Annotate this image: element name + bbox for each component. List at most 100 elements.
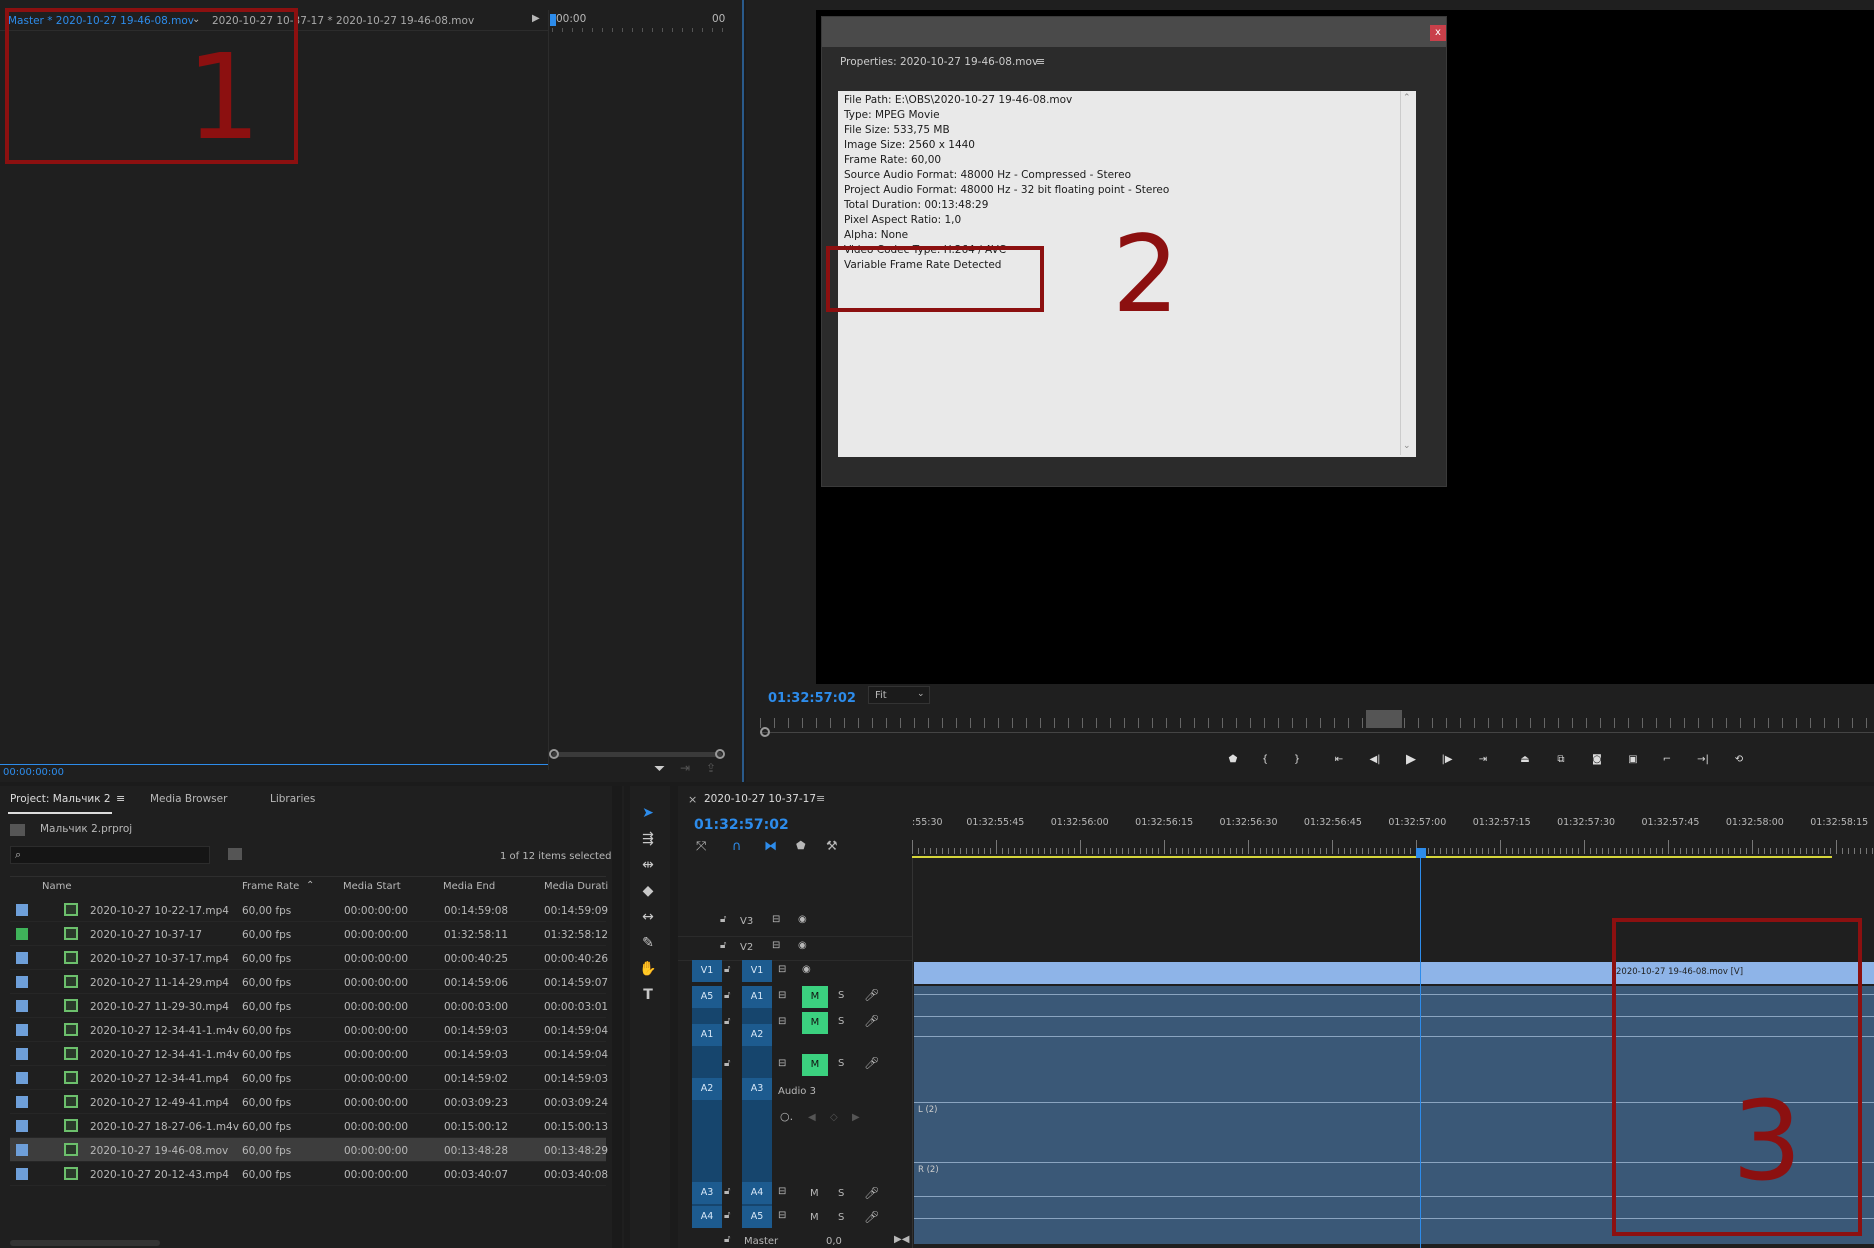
scroll-handle-left-icon[interactable] bbox=[549, 749, 559, 759]
eye-icon[interactable]: ◉ bbox=[798, 940, 807, 951]
selection-tool-icon[interactable]: ➤ bbox=[636, 802, 660, 824]
mute-button[interactable]: M bbox=[810, 1212, 819, 1223]
lock-icon[interactable]: 🔓︎ bbox=[720, 940, 726, 951]
linked-selection-icon[interactable]: ⧓ bbox=[764, 840, 777, 853]
track-a2[interactable]: A2 bbox=[742, 1024, 772, 1046]
sync-lock-icon[interactable]: ⊟ bbox=[778, 1210, 786, 1221]
label-color-swatch[interactable] bbox=[16, 928, 28, 940]
source-patch-a3[interactable]: A3 bbox=[692, 1182, 722, 1204]
new-bin-icon[interactable] bbox=[228, 848, 242, 860]
fit-dropdown[interactable]: Fit ⌄ bbox=[868, 686, 930, 704]
snap-icon[interactable]: ∩ bbox=[732, 840, 742, 853]
sync-lock-icon[interactable]: ⊟ bbox=[772, 940, 780, 951]
comparison-view-icon[interactable]: ▣ bbox=[1622, 750, 1644, 770]
solo-button[interactable]: S bbox=[838, 990, 844, 1001]
go-to-in-icon[interactable]: ⇤ bbox=[1328, 750, 1350, 770]
lock-icon[interactable]: 🔓︎ bbox=[724, 964, 730, 975]
track-a4[interactable]: A4 bbox=[742, 1182, 772, 1204]
table-row[interactable]: 2020-10-27 12-34-41-1.m4v 60,00 fps 00:00:… bbox=[10, 1042, 608, 1066]
table-row[interactable]: 2020-10-27 10-22-17.mp4 60,00 fps 00:00:00… bbox=[10, 898, 608, 922]
label-color-swatch[interactable] bbox=[16, 1120, 28, 1132]
label-color-swatch[interactable] bbox=[16, 1168, 28, 1180]
column-name[interactable]: Name bbox=[42, 882, 72, 892]
export-icon[interactable]: ⇪ bbox=[706, 762, 716, 774]
go-to-out-icon[interactable]: ⇥ bbox=[1472, 750, 1494, 770]
program-zoom-bar[interactable] bbox=[760, 732, 1874, 733]
lock-icon[interactable]: 🔓︎ bbox=[720, 914, 726, 925]
track-v1[interactable]: V1 bbox=[742, 960, 772, 982]
sync-lock-icon[interactable]: ⊟ bbox=[778, 1016, 786, 1027]
lock-icon[interactable]: 🔓︎ bbox=[724, 990, 730, 1001]
column-media-end[interactable]: Media End bbox=[443, 882, 495, 892]
label-color-swatch[interactable] bbox=[16, 952, 28, 964]
solo-button[interactable]: S bbox=[838, 1212, 844, 1223]
label-color-swatch[interactable] bbox=[16, 976, 28, 988]
program-playhead-marker[interactable] bbox=[1366, 710, 1402, 728]
keyframe-toggle-icon[interactable]: ○. bbox=[780, 1110, 793, 1123]
microphone-icon[interactable]: 🎤︎ bbox=[864, 1186, 879, 1200]
source-scrollbar[interactable] bbox=[552, 752, 722, 757]
timeline-ruler[interactable]: :55:30 01:32:55:45 01:32:56:00 01:32:56:15 0… bbox=[912, 814, 1874, 858]
solo-button[interactable]: S bbox=[838, 1188, 844, 1199]
add-marker-icon[interactable]: ⬟ bbox=[796, 840, 806, 851]
mark-out-icon[interactable]: } bbox=[1286, 750, 1308, 770]
tab-media-browser[interactable]: Media Browser bbox=[150, 794, 227, 805]
microphone-icon[interactable]: 🎤︎ bbox=[864, 1210, 879, 1224]
source-patch-a5[interactable]: A5 bbox=[692, 986, 722, 1008]
play-icon[interactable]: ▶ bbox=[1400, 750, 1422, 770]
column-media-start[interactable]: Media Start bbox=[343, 882, 401, 892]
source-patch-a4[interactable]: A4 bbox=[692, 1206, 722, 1228]
microphone-icon[interactable]: 🎤︎ bbox=[864, 988, 879, 1002]
microphone-icon[interactable]: 🎤︎ bbox=[864, 1014, 879, 1028]
project-scrollbar[interactable] bbox=[612, 786, 622, 1248]
table-row[interactable]: 2020-10-27 12-34-41.mp4 60,00 fps 00:00:00… bbox=[10, 1066, 608, 1090]
lock-icon[interactable]: 🔓︎ bbox=[724, 1234, 730, 1245]
table-row[interactable]: 2020-10-27 11-14-29.mp4 60,00 fps 00:00:00… bbox=[10, 970, 608, 994]
track-select-icon[interactable]: ⇶ bbox=[636, 828, 660, 850]
menu-icon[interactable]: ≡ bbox=[816, 793, 825, 804]
extract-icon[interactable]: ⧉ bbox=[1550, 750, 1572, 770]
mute-button[interactable]: M bbox=[810, 1188, 819, 1199]
track-v2[interactable]: V2 bbox=[740, 942, 753, 953]
solo-button[interactable]: S bbox=[838, 1016, 844, 1027]
scroll-down-icon[interactable]: ⌄ bbox=[1403, 441, 1411, 451]
step-forward-icon[interactable]: |▶ bbox=[1436, 750, 1458, 770]
zoom-handle-icon[interactable] bbox=[760, 727, 770, 737]
table-row[interactable]: 2020-10-27 12-34-41-1.m4v 60,00 fps 00:00:… bbox=[10, 1018, 608, 1042]
next-keyframe-icon[interactable]: ▶ bbox=[852, 1112, 860, 1123]
table-row[interactable]: 2020-10-27 10-37-17.mp4 60,00 fps 00:00:00… bbox=[10, 946, 608, 970]
label-color-swatch[interactable] bbox=[16, 1000, 28, 1012]
sync-lock-icon[interactable]: ⊟ bbox=[778, 964, 786, 975]
work-area-bar[interactable] bbox=[912, 856, 1832, 858]
master-value[interactable]: 0,0 bbox=[826, 1236, 842, 1247]
mute-button[interactable]: M bbox=[802, 1054, 828, 1076]
source-patch-a2[interactable]: A2 bbox=[692, 1078, 722, 1100]
table-row[interactable]: 2020-10-27 19-46-08.mov 60,00 fps 00:00:00… bbox=[10, 1138, 608, 1162]
table-row[interactable]: 2020-10-27 18-27-06-1.m4v 60,00 fps 00:00:… bbox=[10, 1114, 608, 1138]
mute-button[interactable]: M bbox=[802, 986, 828, 1008]
label-color-swatch[interactable] bbox=[16, 1072, 28, 1084]
timeline-timecode[interactable]: 01:32:57:02 bbox=[694, 818, 789, 832]
source-patch-a1[interactable]: A1 bbox=[692, 1024, 722, 1046]
lock-icon[interactable]: 🔓︎ bbox=[724, 1016, 730, 1027]
tab-libraries[interactable]: Libraries bbox=[270, 794, 315, 805]
scroll-up-icon[interactable]: ⌃ bbox=[1403, 93, 1411, 103]
label-color-swatch[interactable] bbox=[16, 1144, 28, 1156]
step-back-icon[interactable]: ◀| bbox=[1364, 750, 1386, 770]
track-a3[interactable]: A3 bbox=[742, 1078, 772, 1100]
lock-icon[interactable]: 🔓︎ bbox=[724, 1186, 730, 1197]
loop-icon[interactable]: ⟲ bbox=[1728, 750, 1750, 770]
ripple-edit-icon[interactable]: ⇹ bbox=[636, 854, 660, 876]
sync-lock-icon[interactable]: ⊟ bbox=[772, 914, 780, 925]
dialog-scrollbar[interactable]: ⌃ ⌄ bbox=[1400, 91, 1414, 455]
track-v3[interactable]: V3 bbox=[740, 916, 753, 927]
horizontal-scrollbar[interactable] bbox=[10, 1240, 160, 1246]
add-keyframe-icon[interactable]: ◇ bbox=[830, 1112, 838, 1123]
playhead-icon[interactable] bbox=[1416, 848, 1426, 858]
scroll-handle-right-icon[interactable] bbox=[715, 749, 725, 759]
microphone-icon[interactable]: 🎤︎ bbox=[864, 1056, 879, 1070]
program-timecode[interactable]: 01:32:57:02 bbox=[768, 692, 856, 705]
nest-icon[interactable]: ⤧ bbox=[696, 840, 706, 853]
solo-button[interactable]: S bbox=[838, 1058, 844, 1069]
table-row[interactable]: 2020-10-27 11-29-30.mp4 60,00 fps 00:00:00… bbox=[10, 994, 608, 1018]
